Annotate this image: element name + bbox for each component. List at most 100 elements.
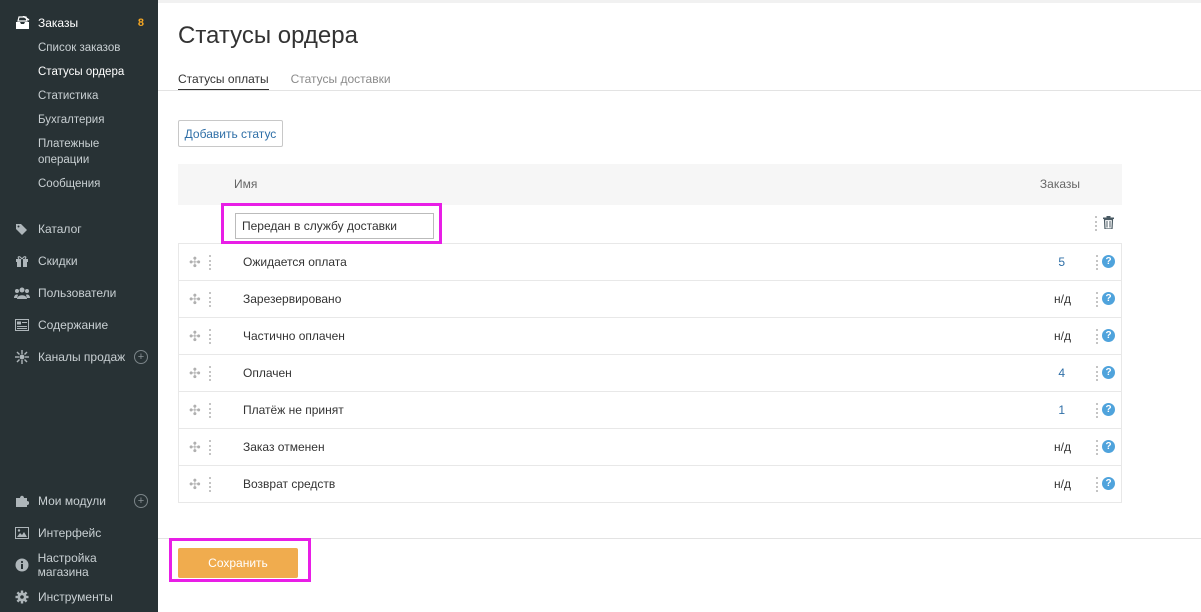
- sidebar-item-content[interactable]: Содержание: [14, 316, 148, 334]
- tags-icon: [14, 221, 30, 237]
- drag-handle-icon[interactable]: ✣: [189, 477, 203, 491]
- table-row: ✣ Ожидается оплата 5 ?: [178, 244, 1122, 281]
- sidebar-item-label: Скидки: [38, 254, 78, 268]
- table-header: Имя Заказы: [178, 164, 1122, 205]
- help-icon[interactable]: ?: [1102, 440, 1115, 453]
- orders-count-link[interactable]: 1: [1058, 403, 1065, 417]
- sidebar-item-label: Каналы продаж: [38, 350, 126, 364]
- new-status-row: [178, 205, 1122, 244]
- sidebar-item-sales-channels[interactable]: Каналы продаж +: [14, 348, 148, 366]
- status-name-input[interactable]: [235, 213, 434, 239]
- status-tabs: Статусы оплаты Статусы доставки: [178, 72, 413, 91]
- sidebar-sub-statistics[interactable]: Статистика: [38, 88, 98, 104]
- table-row: ✣ Заказ отменен н/д ?: [178, 429, 1122, 466]
- help-icon[interactable]: ?: [1102, 366, 1115, 379]
- row-divider-dots: [209, 329, 213, 344]
- content-icon: [14, 317, 30, 333]
- help-icon[interactable]: ?: [1102, 329, 1115, 342]
- info-icon: [14, 557, 30, 573]
- row-divider-dots: [209, 292, 213, 307]
- top-divider: [158, 0, 1201, 3]
- sidebar-item-label: Заказы: [38, 16, 79, 30]
- sidebar-sub-order-statuses[interactable]: Статусы ордера: [38, 64, 124, 80]
- column-header-name: Имя: [234, 177, 258, 191]
- row-divider-dots: [209, 403, 213, 418]
- sidebar-item-label: Инструменты: [38, 590, 113, 604]
- orders-count-badge: 8: [137, 17, 144, 29]
- table-row: ✣ Частично оплачен н/д ?: [178, 318, 1122, 355]
- sidebar-item-discounts[interactable]: Скидки: [14, 252, 148, 270]
- row-divider-dots: [1096, 440, 1100, 455]
- sidebar-item-users[interactable]: Пользователи: [14, 284, 148, 302]
- sidebar-sub-accounting[interactable]: Бухгалтерия: [38, 112, 104, 128]
- status-name: Заказ отменен: [243, 440, 325, 454]
- tabs-divider: [158, 90, 1201, 91]
- page-title: Статусы ордера: [178, 22, 358, 49]
- sidebar-item-orders[interactable]: Заказы 8: [14, 14, 144, 32]
- drag-handle-icon[interactable]: ✣: [189, 329, 203, 343]
- row-divider-dots: [209, 477, 213, 492]
- status-name: Зарезервировано: [243, 292, 342, 306]
- tab-delivery-statuses[interactable]: Статусы доставки: [291, 72, 391, 91]
- add-status-button[interactable]: Добавить статус: [178, 120, 283, 147]
- orders-count-link[interactable]: 5: [1058, 255, 1065, 269]
- sidebar-item-label: Настройка магазина: [37, 551, 97, 579]
- sidebar-sub-payment-operations[interactable]: Платежные операции: [38, 136, 118, 168]
- sidebar-item-interface[interactable]: Интерфейс: [14, 524, 148, 542]
- sidebar-item-tools[interactable]: Инструменты: [14, 588, 148, 606]
- trash-icon[interactable]: [1103, 216, 1114, 229]
- image-icon: [14, 525, 30, 541]
- status-name: Платёж не принят: [243, 403, 344, 417]
- drag-handle-icon[interactable]: ✣: [189, 403, 203, 417]
- footer-divider: [158, 538, 1201, 539]
- row-divider-dots: [209, 366, 213, 381]
- gear-icon: [14, 589, 30, 605]
- sidebar-item-label: Содержание: [38, 318, 109, 332]
- drag-handle-icon[interactable]: ✣: [189, 440, 203, 454]
- sales-channels-icon: [14, 349, 30, 365]
- column-header-orders: Заказы: [1039, 177, 1080, 191]
- drag-handle-icon[interactable]: ✣: [189, 366, 203, 380]
- row-divider-dots: [1096, 403, 1100, 418]
- row-divider-dots: [1096, 477, 1100, 492]
- gift-icon: [14, 253, 30, 269]
- sidebar-item-label: Интерфейс: [38, 526, 102, 540]
- row-divider-dots: [1096, 292, 1100, 307]
- help-icon[interactable]: ?: [1102, 477, 1115, 490]
- status-name: Оплачен: [243, 366, 292, 380]
- sidebar-item-catalog[interactable]: Каталог: [14, 220, 148, 238]
- row-divider-dots: [209, 255, 213, 270]
- statuses-table: Имя Заказы ✣ Ожидается оплата 5 ? ✣ Заре…: [178, 164, 1122, 503]
- orders-tray-icon: [14, 15, 30, 31]
- add-module-icon[interactable]: +: [134, 494, 148, 508]
- sidebar-item-label: Мои модули: [38, 494, 106, 508]
- help-icon[interactable]: ?: [1102, 292, 1115, 305]
- help-icon[interactable]: ?: [1102, 403, 1115, 416]
- status-name: Ожидается оплата: [243, 255, 347, 269]
- tab-payment-statuses[interactable]: Статусы оплаты: [178, 72, 269, 91]
- orders-count: н/д: [1054, 292, 1071, 306]
- help-icon[interactable]: ?: [1102, 255, 1115, 268]
- orders-count: н/д: [1054, 329, 1071, 343]
- users-icon: [14, 285, 30, 301]
- row-divider-dots: [1096, 329, 1100, 344]
- orders-count: н/д: [1054, 440, 1071, 454]
- table-row: ✣ Оплачен 4 ?: [178, 355, 1122, 392]
- row-divider-dots: [1096, 366, 1100, 381]
- table-row: ✣ Зарезервировано н/д ?: [178, 281, 1122, 318]
- sidebar-sub-messages[interactable]: Сообщения: [38, 176, 100, 192]
- sidebar-item-my-modules[interactable]: Мои модули +: [14, 492, 148, 510]
- orders-count-link[interactable]: 4: [1058, 366, 1065, 380]
- table-row: ✣ Возврат средств н/д ?: [178, 466, 1122, 503]
- row-divider-dots: [1095, 216, 1099, 231]
- save-button[interactable]: Сохранить: [178, 548, 298, 578]
- sidebar-item-label: Каталог: [38, 222, 82, 236]
- sidebar: Заказы 8 Список заказов Статусы ордера С…: [0, 0, 158, 612]
- table-row: ✣ Платёж не принят 1 ?: [178, 392, 1122, 429]
- drag-handle-icon[interactable]: ✣: [189, 292, 203, 306]
- sidebar-sub-orders-list[interactable]: Список заказов: [38, 40, 120, 56]
- sidebar-item-store-settings[interactable]: Настройка магазина: [14, 551, 148, 579]
- add-sales-channel-icon[interactable]: +: [134, 350, 148, 364]
- drag-handle-icon[interactable]: ✣: [189, 255, 203, 269]
- puzzle-icon: [14, 493, 30, 509]
